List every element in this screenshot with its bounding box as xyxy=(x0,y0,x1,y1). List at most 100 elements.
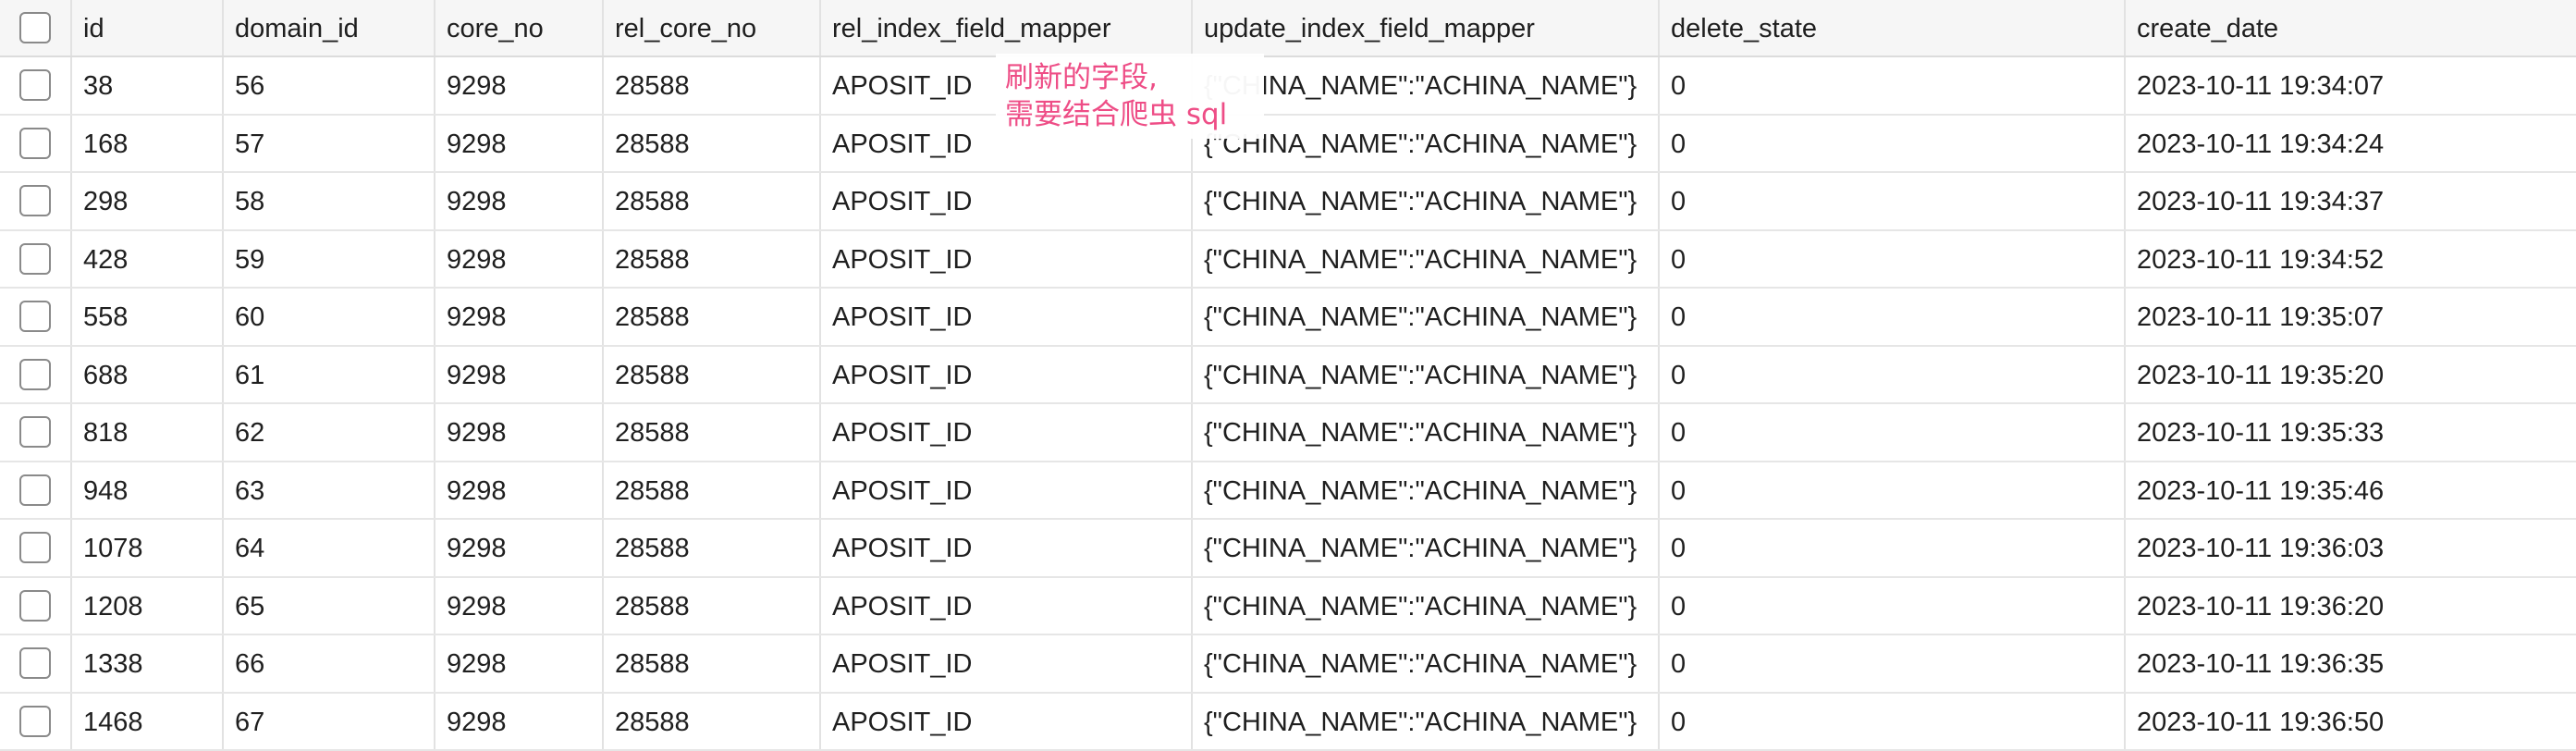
table-row[interactable]: 146867929828588APOSIT_ID{"CHINA_NAME":"A… xyxy=(0,694,2576,751)
table-row[interactable]: 55860929828588APOSIT_ID{"CHINA_NAME":"AC… xyxy=(0,289,2576,347)
cell-domain-id[interactable]: 58 xyxy=(224,173,435,229)
cell-domain-id[interactable]: 67 xyxy=(224,694,435,750)
cell-create-date[interactable]: 2023-10-11 19:36:03 xyxy=(2126,520,2576,576)
cell-id[interactable]: 558 xyxy=(72,289,224,345)
cell-create-date[interactable]: 2023-10-11 19:36:50 xyxy=(2126,694,2576,750)
cell-core-no[interactable]: 9298 xyxy=(435,404,604,461)
cell-delete-state[interactable]: 0 xyxy=(1660,289,2126,345)
cell-core-no[interactable]: 9298 xyxy=(435,173,604,229)
cell-domain-id[interactable]: 65 xyxy=(224,578,435,634)
cell-rel-core-no[interactable]: 28588 xyxy=(604,289,821,345)
cell-create-date[interactable]: 2023-10-11 19:36:20 xyxy=(2126,578,2576,634)
cell-domain-id[interactable]: 60 xyxy=(224,289,435,345)
cell-core-no[interactable]: 9298 xyxy=(435,635,604,692)
cell-rel-core-no[interactable]: 28588 xyxy=(604,404,821,461)
row-select-cell[interactable] xyxy=(0,116,72,172)
cell-id[interactable]: 428 xyxy=(72,231,224,288)
cell-domain-id[interactable]: 62 xyxy=(224,404,435,461)
cell-core-no[interactable]: 9298 xyxy=(435,694,604,750)
cell-rel-core-no[interactable]: 28588 xyxy=(604,231,821,288)
cell-update-index-field-mapper[interactable]: {"CHINA_NAME":"ACHINA_NAME"} xyxy=(1193,231,1660,288)
row-checkbox[interactable] xyxy=(19,359,51,390)
column-header-create-date[interactable]: create_date xyxy=(2126,0,2576,55)
cell-core-no[interactable]: 9298 xyxy=(435,289,604,345)
cell-update-index-field-mapper[interactable]: {"CHINA_NAME":"ACHINA_NAME"} xyxy=(1193,404,1660,461)
row-select-cell[interactable] xyxy=(0,462,72,519)
column-header-id[interactable]: id xyxy=(72,0,224,55)
cell-core-no[interactable]: 9298 xyxy=(435,57,604,114)
cell-rel-index-field-mapper[interactable]: APOSIT_ID xyxy=(821,347,1193,403)
row-checkbox[interactable] xyxy=(19,185,51,216)
cell-create-date[interactable]: 2023-10-11 19:34:07 xyxy=(2126,57,2576,114)
row-select-cell[interactable] xyxy=(0,520,72,576)
cell-domain-id[interactable]: 59 xyxy=(224,231,435,288)
table-row[interactable]: 107864929828588APOSIT_ID{"CHINA_NAME":"A… xyxy=(0,520,2576,578)
table-row[interactable]: 81862929828588APOSIT_ID{"CHINA_NAME":"AC… xyxy=(0,404,2576,462)
table-row[interactable]: 120865929828588APOSIT_ID{"CHINA_NAME":"A… xyxy=(0,578,2576,636)
cell-id[interactable]: 1208 xyxy=(72,578,224,634)
table-row[interactable]: 3856929828588APOSIT_ID{"CHINA_NAME":"ACH… xyxy=(0,57,2576,116)
row-checkbox[interactable] xyxy=(19,706,51,737)
cell-id[interactable]: 948 xyxy=(72,462,224,519)
cell-rel-index-field-mapper[interactable]: APOSIT_ID xyxy=(821,404,1193,461)
cell-rel-core-no[interactable]: 28588 xyxy=(604,57,821,114)
cell-delete-state[interactable]: 0 xyxy=(1660,57,2126,114)
table-row[interactable]: 16857929828588APOSIT_ID{"CHINA_NAME":"AC… xyxy=(0,116,2576,174)
cell-core-no[interactable]: 9298 xyxy=(435,231,604,288)
cell-id[interactable]: 818 xyxy=(72,404,224,461)
cell-delete-state[interactable]: 0 xyxy=(1660,404,2126,461)
cell-domain-id[interactable]: 56 xyxy=(224,57,435,114)
row-checkbox[interactable] xyxy=(19,243,51,275)
row-select-cell[interactable] xyxy=(0,347,72,403)
cell-rel-core-no[interactable]: 28588 xyxy=(604,462,821,519)
cell-delete-state[interactable]: 0 xyxy=(1660,520,2126,576)
cell-rel-index-field-mapper[interactable]: APOSIT_ID xyxy=(821,289,1193,345)
cell-create-date[interactable]: 2023-10-11 19:34:37 xyxy=(2126,173,2576,229)
column-header-domain-id[interactable]: domain_id xyxy=(224,0,435,55)
row-select-cell[interactable] xyxy=(0,57,72,114)
row-select-cell[interactable] xyxy=(0,635,72,692)
cell-core-no[interactable]: 9298 xyxy=(435,520,604,576)
cell-delete-state[interactable]: 0 xyxy=(1660,578,2126,634)
cell-rel-index-field-mapper[interactable]: APOSIT_ID xyxy=(821,520,1193,576)
cell-domain-id[interactable]: 64 xyxy=(224,520,435,576)
row-checkbox[interactable] xyxy=(19,69,51,101)
cell-create-date[interactable]: 2023-10-11 19:35:46 xyxy=(2126,462,2576,519)
cell-id[interactable]: 38 xyxy=(72,57,224,114)
column-header-rel-core-no[interactable]: rel_core_no xyxy=(604,0,821,55)
cell-delete-state[interactable]: 0 xyxy=(1660,173,2126,229)
cell-id[interactable]: 1078 xyxy=(72,520,224,576)
table-row[interactable]: 29858929828588APOSIT_ID{"CHINA_NAME":"AC… xyxy=(0,173,2576,231)
cell-create-date[interactable]: 2023-10-11 19:36:35 xyxy=(2126,635,2576,692)
table-row[interactable]: 68861929828588APOSIT_ID{"CHINA_NAME":"AC… xyxy=(0,347,2576,405)
column-header-core-no[interactable]: core_no xyxy=(435,0,604,55)
cell-update-index-field-mapper[interactable]: {"CHINA_NAME":"ACHINA_NAME"} xyxy=(1193,635,1660,692)
cell-rel-index-field-mapper[interactable]: APOSIT_ID xyxy=(821,635,1193,692)
cell-id[interactable]: 1338 xyxy=(72,635,224,692)
cell-domain-id[interactable]: 61 xyxy=(224,347,435,403)
row-select-cell[interactable] xyxy=(0,694,72,750)
cell-rel-core-no[interactable]: 28588 xyxy=(604,694,821,750)
cell-id[interactable]: 1468 xyxy=(72,694,224,750)
cell-domain-id[interactable]: 66 xyxy=(224,635,435,692)
cell-create-date[interactable]: 2023-10-11 19:34:52 xyxy=(2126,231,2576,288)
cell-id[interactable]: 168 xyxy=(72,116,224,172)
cell-rel-core-no[interactable]: 28588 xyxy=(604,347,821,403)
table-row[interactable]: 42859929828588APOSIT_ID{"CHINA_NAME":"AC… xyxy=(0,231,2576,289)
cell-domain-id[interactable]: 63 xyxy=(224,462,435,519)
row-select-cell[interactable] xyxy=(0,578,72,634)
row-checkbox[interactable] xyxy=(19,647,51,679)
cell-rel-index-field-mapper[interactable]: APOSIT_ID xyxy=(821,694,1193,750)
cell-rel-index-field-mapper[interactable]: APOSIT_ID xyxy=(821,173,1193,229)
cell-rel-core-no[interactable]: 28588 xyxy=(604,578,821,634)
cell-delete-state[interactable]: 0 xyxy=(1660,231,2126,288)
cell-core-no[interactable]: 9298 xyxy=(435,116,604,172)
cell-update-index-field-mapper[interactable]: {"CHINA_NAME":"ACHINA_NAME"} xyxy=(1193,347,1660,403)
cell-rel-index-field-mapper[interactable]: APOSIT_ID xyxy=(821,578,1193,634)
column-header-delete-state[interactable]: delete_state xyxy=(1660,0,2126,55)
cell-create-date[interactable]: 2023-10-11 19:34:24 xyxy=(2126,116,2576,172)
cell-update-index-field-mapper[interactable]: {"CHINA_NAME":"ACHINA_NAME"} xyxy=(1193,462,1660,519)
cell-core-no[interactable]: 9298 xyxy=(435,578,604,634)
cell-rel-core-no[interactable]: 28588 xyxy=(604,116,821,172)
cell-delete-state[interactable]: 0 xyxy=(1660,635,2126,692)
